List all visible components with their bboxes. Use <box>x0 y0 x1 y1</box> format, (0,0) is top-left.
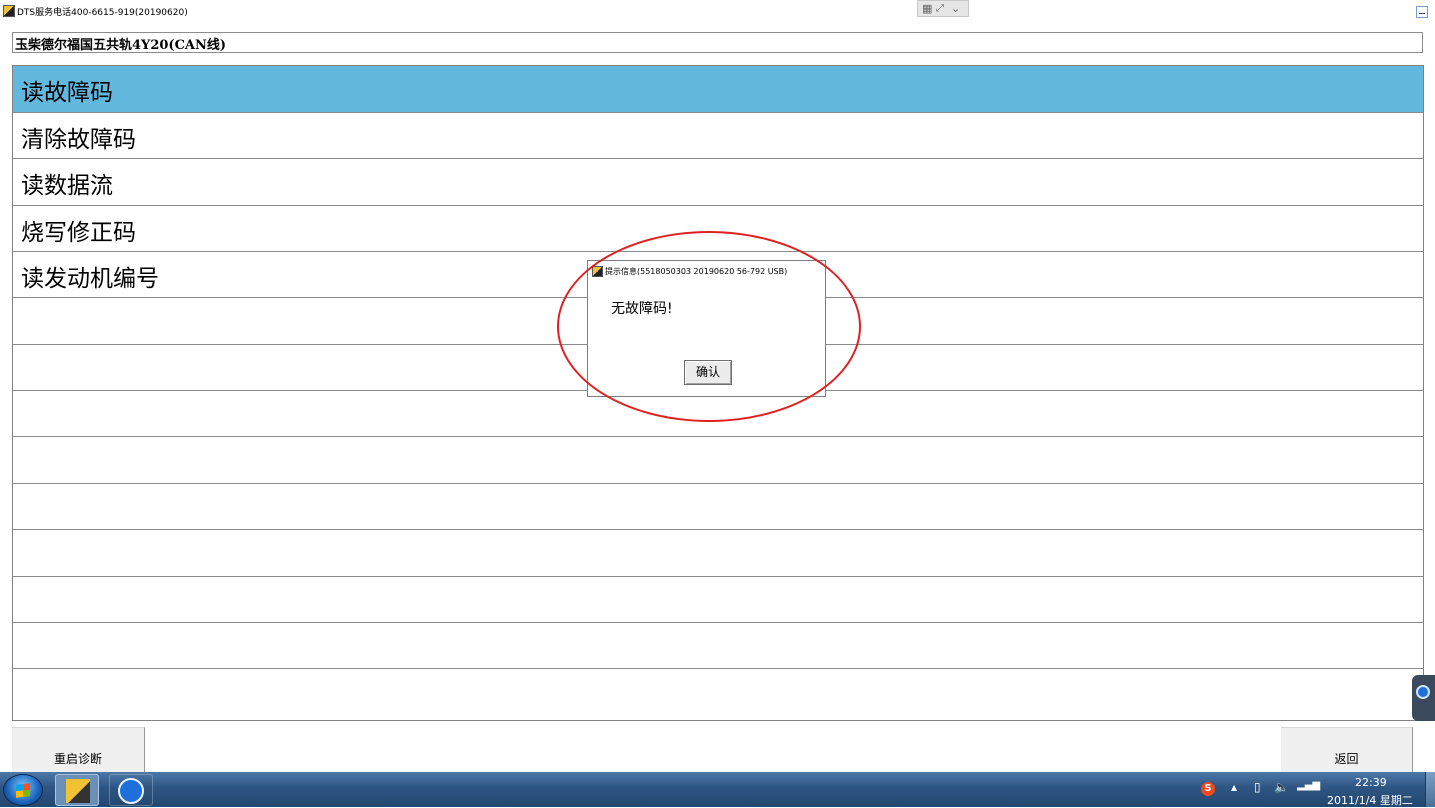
menu-item-label: 读发动机编号 <box>21 266 159 292</box>
menu-item-read-dtc[interactable]: 读故障码 <box>13 66 1423 113</box>
menu-item-write-correction-code[interactable]: 烧写修正码 <box>13 206 1423 252</box>
restart-diagnosis-button[interactable]: 重启诊断 <box>12 727 145 774</box>
sogou-input-icon[interactable]: S <box>1201 782 1215 796</box>
menu-item-empty[interactable] <box>13 437 1423 484</box>
excavator-icon <box>66 779 90 803</box>
device-icon[interactable]: ▯ <box>1254 780 1261 794</box>
info-dialog: 提示信息(5518050303 20190620 56-792 USB) 无故障… <box>587 260 826 397</box>
menu-item-label: 清除故障码 <box>21 127 136 153</box>
menu-item-label: 读故障码 <box>21 80 113 106</box>
menu-item-empty[interactable] <box>13 577 1423 623</box>
window-title: DTS服务电话400-6615-919(20190620) <box>17 8 188 18</box>
menu-item-empty[interactable] <box>13 623 1423 669</box>
volume-icon[interactable]: 🔈 <box>1274 780 1289 794</box>
taskbar: S ▴ ▯ 🔈 ▂▄▆ <box>0 772 1435 807</box>
dialog-app-icon <box>592 266 603 277</box>
menu-item-label: 读数据流 <box>21 173 113 199</box>
back-label: 返回 <box>1334 752 1359 766</box>
minimize-button[interactable] <box>1416 6 1428 18</box>
windows-logo-icon <box>16 783 30 798</box>
network-icon[interactable]: ▂▄▆ <box>1297 780 1320 791</box>
clock-date[interactable]: 2011/1/4 星期二 <box>1327 792 1413 808</box>
title-bar: DTS服务电话400-6615-919(20190620) ▦ ⤢ ⌄ <box>0 0 1435 22</box>
engine-label-bar: 玉柴德尔福国五共轨4Y20(CAN线) <box>12 32 1423 53</box>
back-button[interactable]: 返回 <box>1281 727 1413 774</box>
restart-diagnosis-label: 重启诊断 <box>53 752 102 766</box>
teamviewer-panel-tab[interactable] <box>1412 675 1435 721</box>
confirm-button[interactable]: 确认 <box>684 360 732 385</box>
taskbar-app-diagnostic[interactable] <box>55 774 99 806</box>
clock-time[interactable]: 22:39 <box>1355 776 1387 789</box>
menu-item-empty[interactable] <box>13 391 1423 437</box>
teamviewer-icon <box>118 778 144 804</box>
dialog-title: 提示信息(5518050303 20190620 56-792 USB) <box>605 267 788 276</box>
menu-item-label: 烧写修正码 <box>21 220 136 246</box>
remote-toolbar[interactable]: ▦ ⤢ ⌄ <box>917 0 969 17</box>
grid-icon[interactable]: ▦ <box>922 1 932 16</box>
menu-item-empty[interactable] <box>13 484 1423 530</box>
show-desktop-button[interactable] <box>1425 772 1435 807</box>
engine-label: 玉柴德尔福国五共轨4Y20(CAN线) <box>15 38 227 53</box>
menu-item-empty[interactable] <box>13 530 1423 577</box>
chevron-down-icon[interactable]: ⌄ <box>951 1 960 16</box>
app-icon <box>3 5 15 17</box>
fullscreen-icon[interactable]: ⤢ <box>936 1 944 16</box>
start-button[interactable] <box>3 774 43 806</box>
dialog-message: 无故障码! <box>611 301 673 317</box>
menu-item-empty[interactable] <box>13 669 1423 720</box>
menu-item-clear-dtc[interactable]: 清除故障码 <box>13 113 1423 159</box>
tray-expand-icon[interactable]: ▴ <box>1231 780 1237 794</box>
menu-item-read-datastream[interactable]: 读数据流 <box>13 159 1423 206</box>
taskbar-app-teamviewer[interactable] <box>109 774 153 806</box>
